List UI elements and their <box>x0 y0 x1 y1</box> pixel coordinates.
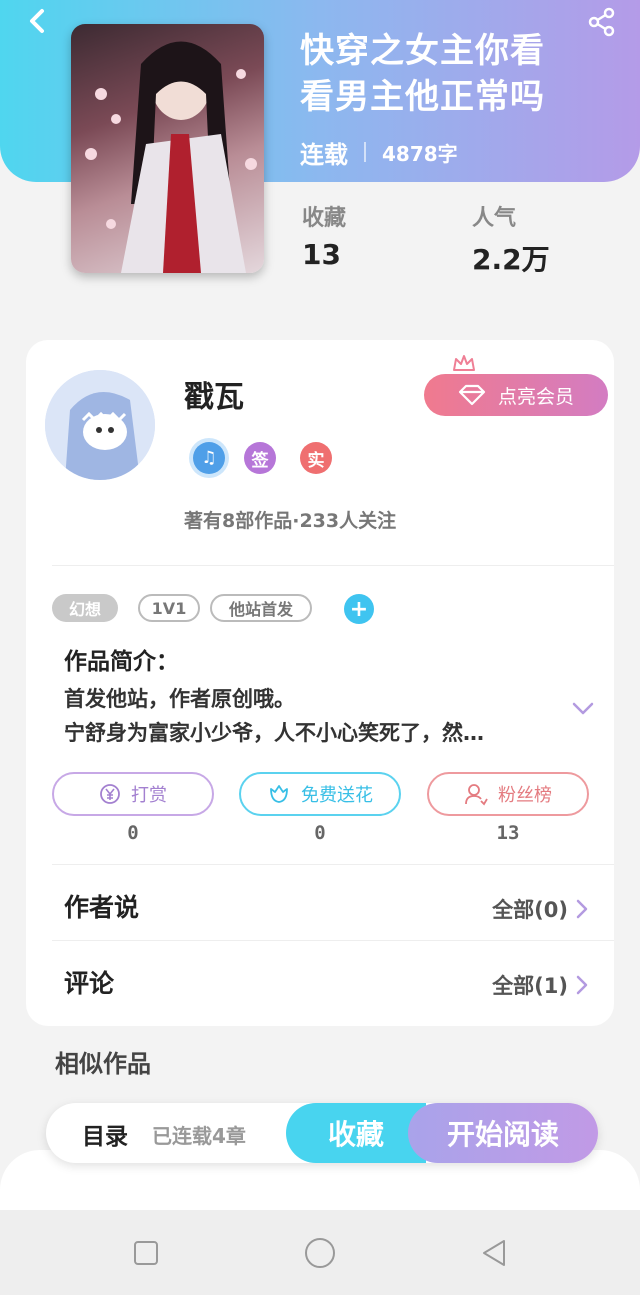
status-badge: 连载 <box>300 140 348 169</box>
chevron-right-icon <box>576 975 588 995</box>
intro-line-2: 宁舒身为富家小少爷，人不小心笑死了，然… <box>64 721 484 745</box>
vip-button-label: 点亮会员 <box>497 385 574 408</box>
book-cover[interactable] <box>71 24 264 273</box>
divider <box>364 142 366 162</box>
verified-badge: 实 <box>300 442 332 474</box>
word-count: 4878字 <box>382 141 458 166</box>
flower-icon <box>270 785 288 803</box>
tag-first-release[interactable]: 他站首发 <box>210 594 312 622</box>
book-detail-card: 戳瓦 点亮会员 ♫ 签 实 著有8部作品·233人关注 幻想 1V1 他站首发 … <box>26 340 614 1026</box>
chapters-count: 已连载4章 <box>152 1124 246 1148</box>
vip-button[interactable]: 点亮会员 <box>424 374 608 416</box>
music-badge-label: ♫ <box>201 448 217 468</box>
comments-link[interactable]: 全部(1) <box>492 970 588 1000</box>
similar-works-heading: 相似作品 <box>55 1050 151 1078</box>
free-flower-button[interactable]: 免费送花 <box>239 772 401 816</box>
tag-fantasy[interactable]: 幻想 <box>52 594 118 622</box>
comments-all: 全部(1) <box>492 974 568 998</box>
cover-illustration <box>85 41 257 273</box>
book-title: 快穿之女主你看 看男主他正常吗 <box>300 31 545 117</box>
chevron-down-icon[interactable] <box>572 702 594 716</box>
free-flower-count: 0 <box>314 822 326 844</box>
avatar-illustration <box>45 370 155 480</box>
coin-icon <box>100 784 120 804</box>
author-says-link[interactable]: 全部(0) <box>492 894 588 924</box>
music-badge: ♫ <box>193 442 225 474</box>
intro-line-1: 首发他站，作者原创哦。 <box>64 687 295 711</box>
reward-button[interactable]: 打赏 <box>52 772 214 816</box>
chevron-right-icon <box>576 899 588 919</box>
start-reading-label: 开始阅读 <box>446 1118 559 1151</box>
comments-label: 评论 <box>64 969 115 998</box>
author-says-all: 全部(0) <box>492 898 568 922</box>
favorites-value: 13 <box>302 238 341 271</box>
fan-ranking-label: 粉丝榜 <box>498 785 552 806</box>
triangle-back-icon <box>483 1240 505 1266</box>
tag-1v1[interactable]: 1V1 <box>138 594 200 622</box>
author-says-label: 作者说 <box>64 893 140 922</box>
author-avatar[interactable] <box>45 370 155 480</box>
user-icon <box>465 784 488 806</box>
author-stats: 著有8部作品·233人关注 <box>184 510 397 532</box>
square-icon <box>134 1241 158 1265</box>
favorites-label: 收藏 <box>302 206 347 231</box>
intro-heading: 作品简介： <box>64 649 179 675</box>
start-reading-button[interactable]: 开始阅读 <box>408 1103 598 1163</box>
signed-badge: 签 <box>244 442 276 474</box>
collect-button[interactable]: 收藏 <box>286 1103 426 1163</box>
fan-ranking-count: 13 <box>496 822 520 844</box>
divider <box>52 940 614 941</box>
fan-ranking-button[interactable]: 粉丝榜 <box>427 772 589 816</box>
free-flower-label: 免费送花 <box>301 785 373 806</box>
recents-button[interactable] <box>129 1236 163 1270</box>
add-tag-button[interactable]: + <box>344 594 374 624</box>
back-button[interactable] <box>22 6 52 36</box>
verified-badge-label: 实 <box>307 450 325 471</box>
toc-button[interactable]: 目录 <box>82 1117 128 1151</box>
popularity-label: 人气 <box>472 206 517 231</box>
popularity-value: 2.2万 <box>472 243 550 276</box>
book-meta-row: 连载 4878字 <box>300 136 458 169</box>
reward-count: 0 <box>127 822 139 844</box>
circle-icon <box>305 1238 335 1268</box>
crown-icon <box>453 355 475 371</box>
system-nav-bar <box>0 1210 640 1295</box>
divider <box>52 864 614 865</box>
divider <box>52 565 614 566</box>
bottom-action-bar: 目录 已连载4章 收藏 开始阅读 <box>46 1103 598 1163</box>
collect-label: 收藏 <box>327 1118 384 1151</box>
nav-back-button[interactable] <box>477 1236 511 1270</box>
intro-text[interactable]: 首发他站，作者原创哦。 宁舒身为富家小少爷，人不小心笑死了，然… <box>64 682 564 750</box>
chevron-left-icon <box>30 9 44 33</box>
home-button[interactable] <box>303 1236 337 1270</box>
reward-label: 打赏 <box>131 785 167 806</box>
diamond-icon <box>458 384 486 406</box>
author-name[interactable]: 戳瓦 <box>184 372 244 416</box>
signed-badge-label: 签 <box>251 450 269 471</box>
